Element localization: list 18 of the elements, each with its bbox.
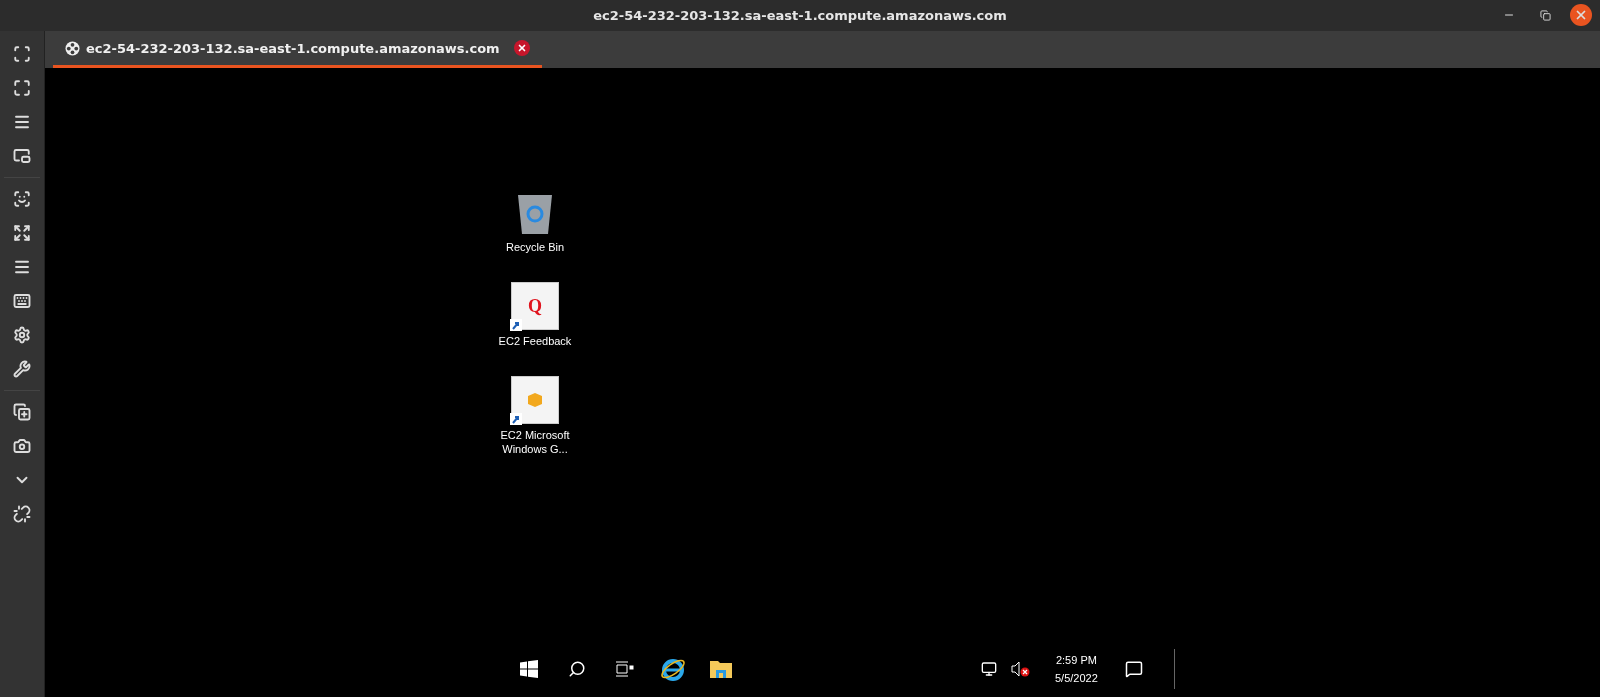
- tab-label: ec2-54-232-203-132.sa-east-1.compute.amazonaws.com: [86, 40, 500, 56]
- logo-letter: Q: [528, 295, 542, 317]
- cube-icon: [527, 392, 543, 408]
- remote-desktop-icon: [65, 40, 80, 56]
- close-tab-button[interactable]: [513, 40, 530, 56]
- close-icon: [1574, 8, 1588, 22]
- close-icon: [516, 43, 527, 53]
- windows-logo-icon: [520, 660, 538, 678]
- clock-date: 5/5/2022: [1055, 671, 1098, 686]
- close-button[interactable]: [1570, 4, 1592, 26]
- clock-time: 2:59 PM: [1055, 653, 1097, 668]
- restore-icon[interactable]: [1539, 9, 1551, 21]
- desktop-icon-label[interactable]: Recycle Bin: [487, 240, 583, 254]
- window-title: ec2-54-232-203-132.sa-east-1.compute.amazonaws.com: [592, 8, 1008, 23]
- desktop-icon-label[interactable]: EC2 Feedback: [487, 334, 583, 348]
- desktop-icon-label[interactable]: EC2 Microsoft Windows G...: [487, 428, 583, 456]
- clock[interactable]: 2:59 PM 5/5/2022: [1055, 651, 1098, 687]
- recycle-bin-icon: [515, 192, 555, 236]
